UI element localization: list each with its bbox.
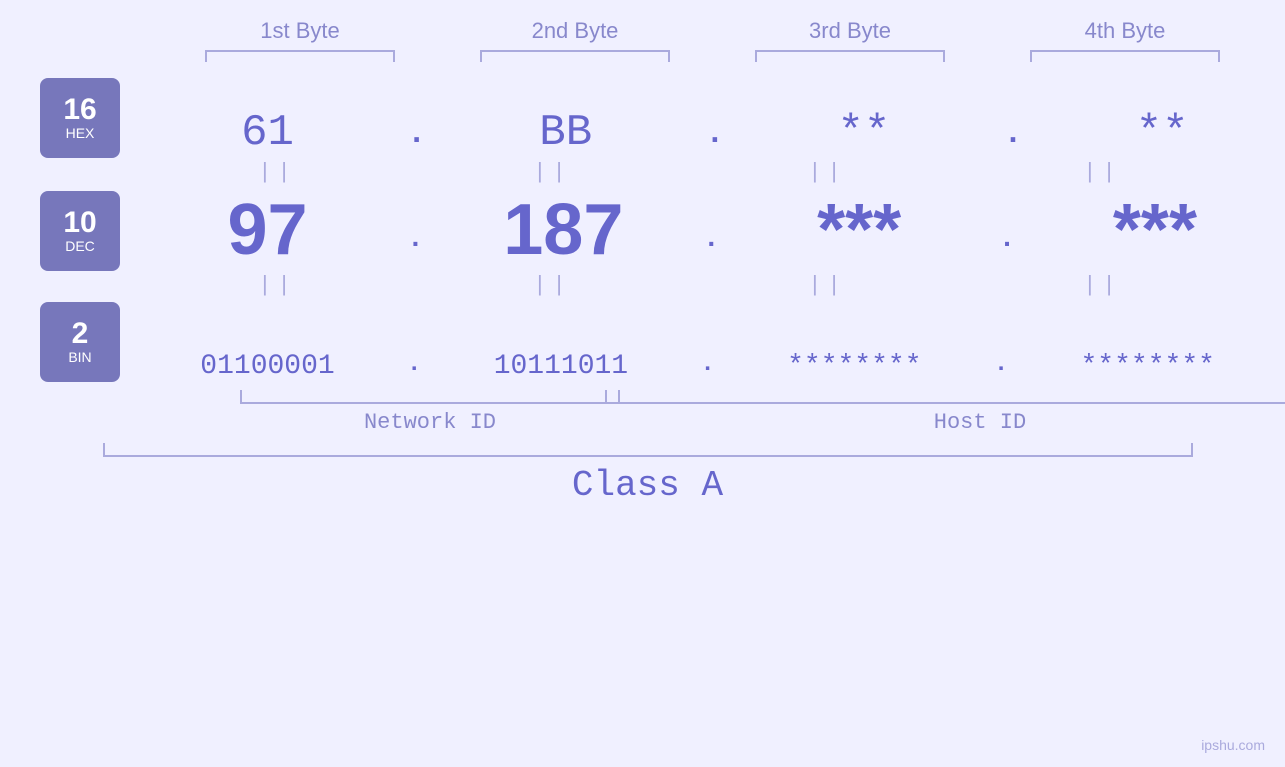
bin-badge: 2 BIN bbox=[40, 302, 120, 382]
hex-b2-cell: BB bbox=[428, 108, 703, 158]
eq-2-b4: || bbox=[1083, 273, 1121, 298]
bin-b1-cell: 01100001 bbox=[130, 351, 405, 382]
hex-badge-wrapper: 16 HEX bbox=[40, 78, 120, 158]
bracket-top-4 bbox=[1030, 50, 1220, 62]
byte-col-2: 2nd Byte bbox=[438, 18, 713, 62]
dec-b1: 97 bbox=[227, 189, 307, 271]
bin-cells: 01100001 . 10111011 . ******** . *******… bbox=[130, 351, 1285, 382]
dec-b4: *** bbox=[1113, 189, 1197, 271]
bin-b2: 10111011 bbox=[494, 351, 628, 382]
dec-cells: 97 . 187 . *** . *** bbox=[130, 189, 1285, 271]
bin-b1: 01100001 bbox=[200, 351, 334, 382]
dec-b3: *** bbox=[817, 189, 901, 271]
network-bracket bbox=[240, 390, 620, 404]
hex-badge: 16 HEX bbox=[40, 78, 120, 158]
dec-b1-cell: 97 bbox=[130, 189, 405, 271]
eq-1-b1: || bbox=[258, 160, 296, 185]
byte-col-3: 3rd Byte bbox=[713, 18, 988, 62]
bin-b3: ******** bbox=[787, 351, 921, 382]
bin-dot-2: . bbox=[700, 351, 714, 382]
dec-badge-label: DEC bbox=[65, 238, 95, 254]
hex-cells: 61 . BB . ** . ** bbox=[130, 108, 1285, 158]
dec-badge-wrapper: 10 DEC bbox=[40, 191, 120, 271]
bin-b2-cell: 10111011 bbox=[423, 351, 698, 382]
id-brackets-row: Network ID Host ID bbox=[0, 390, 1285, 435]
eq-1-b3: || bbox=[808, 160, 846, 185]
dec-b2: 187 bbox=[503, 189, 623, 271]
eq-1-b2: || bbox=[533, 160, 571, 185]
dec-dot-1: . bbox=[407, 224, 424, 271]
hex-b2: BB bbox=[539, 108, 592, 158]
hex-row: 16 HEX 61 . BB . ** . ** bbox=[0, 78, 1285, 158]
dec-b4-cell: *** bbox=[1017, 189, 1285, 271]
dec-badge-number: 10 bbox=[63, 208, 96, 238]
hex-b1-cell: 61 bbox=[130, 108, 405, 158]
hex-badge-number: 16 bbox=[63, 95, 96, 125]
dec-b3-cell: *** bbox=[722, 189, 997, 271]
dec-b2-cell: 187 bbox=[426, 189, 701, 271]
hex-dot-2: . bbox=[705, 115, 724, 158]
host-id-label: Host ID bbox=[934, 410, 1026, 435]
dec-badge: 10 DEC bbox=[40, 191, 120, 271]
dec-dot-3: . bbox=[999, 224, 1016, 271]
watermark-text: ipshu.com bbox=[1201, 737, 1265, 753]
eq-1-b4: || bbox=[1083, 160, 1121, 185]
byte-label-2: 2nd Byte bbox=[532, 18, 619, 44]
host-id-block: Host ID bbox=[705, 390, 1255, 435]
bin-badge-number: 2 bbox=[72, 319, 89, 349]
hex-badge-label: HEX bbox=[66, 125, 95, 141]
byte-label-1: 1st Byte bbox=[260, 18, 339, 44]
hex-b3-cell: ** bbox=[726, 108, 1001, 158]
equals-row-2: || || || || bbox=[0, 273, 1285, 298]
hex-dot-3: . bbox=[1003, 115, 1022, 158]
bracket-top-1 bbox=[205, 50, 395, 62]
equals-row-1: || || || || bbox=[0, 160, 1285, 185]
bin-b4: ******** bbox=[1081, 351, 1215, 382]
hex-b4: ** bbox=[1136, 108, 1189, 158]
class-block: Class A bbox=[93, 443, 1193, 506]
bin-row: 2 BIN 01100001 . 10111011 . ******** . *… bbox=[0, 302, 1285, 382]
bin-badge-wrapper: 2 BIN bbox=[40, 302, 120, 382]
bin-dot-1: . bbox=[407, 351, 421, 382]
host-bracket bbox=[605, 390, 1285, 404]
bracket-top-2 bbox=[480, 50, 670, 62]
eq-2-b1: || bbox=[258, 273, 296, 298]
bin-b4-cell: ******** bbox=[1010, 351, 1285, 382]
hex-dot-1: . bbox=[407, 115, 426, 158]
main-container: 1st Byte 2nd Byte 3rd Byte 4th Byte 16 H… bbox=[0, 0, 1285, 767]
byte-col-1: 1st Byte bbox=[163, 18, 438, 62]
byte-headers: 1st Byte 2nd Byte 3rd Byte 4th Byte bbox=[0, 18, 1285, 62]
dec-dot-2: . bbox=[703, 224, 720, 271]
network-id-label: Network ID bbox=[364, 410, 496, 435]
class-label: Class A bbox=[572, 465, 723, 506]
bin-badge-label: BIN bbox=[68, 349, 91, 365]
eq-2-b2: || bbox=[533, 273, 571, 298]
bracket-top-3 bbox=[755, 50, 945, 62]
hex-b3: ** bbox=[838, 108, 891, 158]
eq-2-b3: || bbox=[808, 273, 846, 298]
class-bracket bbox=[103, 443, 1193, 457]
watermark: ipshu.com bbox=[1201, 737, 1265, 753]
bin-b3-cell: ******** bbox=[717, 351, 992, 382]
byte-col-4: 4th Byte bbox=[988, 18, 1263, 62]
byte-label-4: 4th Byte bbox=[1085, 18, 1166, 44]
hex-b1: 61 bbox=[241, 108, 294, 158]
dec-row: 10 DEC 97 . 187 . *** . *** bbox=[0, 189, 1285, 271]
byte-label-3: 3rd Byte bbox=[809, 18, 891, 44]
hex-b4-cell: ** bbox=[1025, 108, 1285, 158]
bin-dot-3: . bbox=[994, 351, 1008, 382]
